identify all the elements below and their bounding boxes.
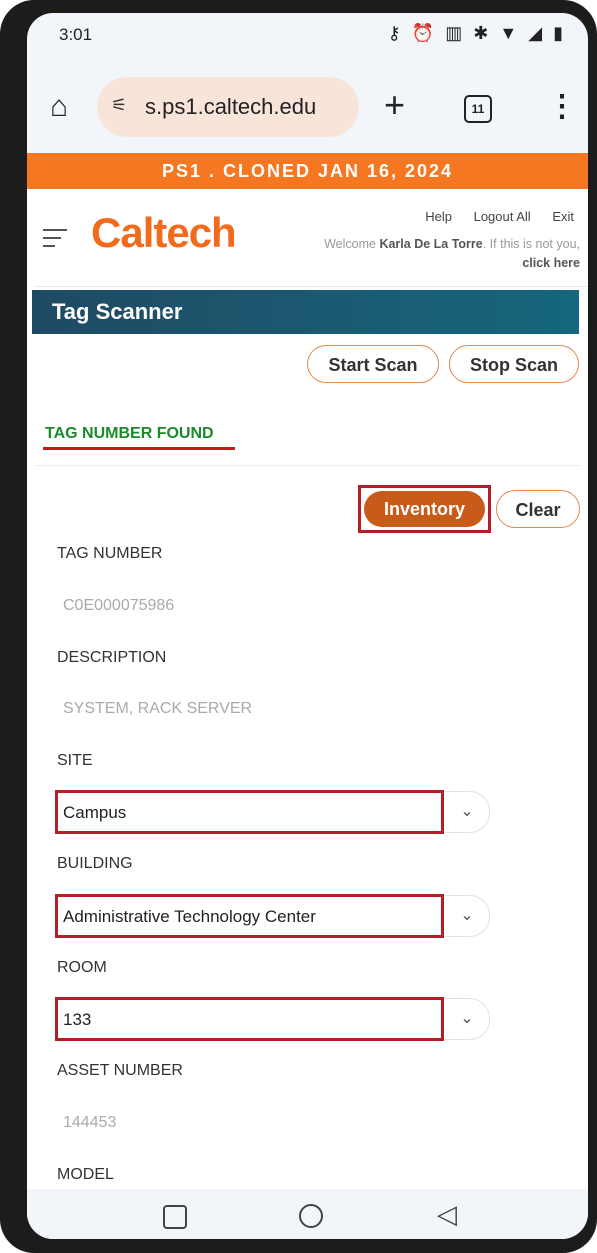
welcome-suffix: . If this is not you, [482, 237, 580, 251]
room-label: ROOM [57, 959, 107, 976]
tab-switcher-button[interactable]: 11 [464, 95, 492, 123]
status-underline [43, 447, 235, 450]
model-label: MODEL [57, 1166, 114, 1183]
chevron-down-icon[interactable]: ⌄ [445, 998, 490, 1040]
web-page: Caltech Help Logout All Exit Welcome Kar… [27, 189, 588, 1189]
bluetooth-icon: ✱ [473, 23, 492, 43]
system-nav-bar: ◁ [27, 1191, 588, 1239]
status-message: TAG NUMBER FOUND [45, 425, 214, 442]
url-text[interactable]: s.ps1.caltech.edu [145, 94, 316, 120]
hamburger-menu-icon[interactable] [43, 229, 67, 253]
plus-icon[interactable]: + [384, 87, 405, 123]
status-time: 3:01 [59, 25, 93, 44]
site-label: SITE [57, 752, 93, 769]
section-divider [35, 465, 580, 466]
more-vert-icon[interactable]: ⋮ [547, 89, 577, 125]
key-icon: ⚷ [387, 23, 404, 43]
asset-number-label: ASSET NUMBER [57, 1062, 183, 1079]
welcome-text: Welcome Karla De La Torre. If this is no… [310, 235, 580, 273]
logout-all-link[interactable]: Logout All [474, 209, 531, 224]
wifi-icon: ▼ [499, 23, 521, 43]
chevron-down-icon[interactable]: ⌄ [445, 895, 490, 937]
header-links: Help Logout All Exit [407, 209, 574, 224]
click-here-link[interactable]: click here [522, 256, 580, 270]
asset-number-value: 144453 [63, 1114, 117, 1131]
browser-toolbar: ⌂ ⚟ s.ps1.caltech.edu + 11 ⋮ [27, 71, 588, 143]
room-select-value[interactable]: 133 [63, 1010, 91, 1030]
panel-title: Tag Scanner [32, 290, 579, 334]
status-bar: 3:01 ⚷ ⏰ ▥ ✱ ▼ ◢ ▮ [27, 13, 588, 59]
header-divider [35, 286, 588, 287]
caltech-logo[interactable]: Caltech [91, 209, 237, 257]
tune-icon[interactable]: ⚟ [111, 95, 127, 116]
home-icon[interactable]: ⌂ [43, 91, 75, 123]
building-select-value[interactable]: Administrative Technology Center [63, 907, 316, 927]
tag-number-label: TAG NUMBER [57, 545, 163, 562]
room-select[interactable] [55, 997, 444, 1041]
status-icons: ⚷ ⏰ ▥ ✱ ▼ ◢ ▮ [388, 23, 566, 44]
address-bar[interactable]: ⚟ s.ps1.caltech.edu [97, 77, 359, 137]
welcome-prefix: Welcome [324, 237, 380, 251]
screen: 3:01 ⚷ ⏰ ▥ ✱ ▼ ◢ ▮ ⌂ ⚟ s.ps1.caltech.edu… [27, 13, 588, 1239]
battery-icon: ▮ [553, 23, 566, 43]
vibrate-icon: ▥ [445, 23, 466, 43]
help-link[interactable]: Help [425, 209, 452, 224]
chevron-down-icon[interactable]: ⌄ [445, 791, 490, 833]
tag-number-value: C0E000075986 [63, 597, 175, 614]
stop-scan-button[interactable]: Stop Scan [449, 345, 579, 383]
phone-frame: 3:01 ⚷ ⏰ ▥ ✱ ▼ ◢ ▮ ⌂ ⚟ s.ps1.caltech.edu… [0, 0, 597, 1253]
exit-link[interactable]: Exit [552, 209, 574, 224]
clear-button[interactable]: Clear [496, 490, 580, 528]
environment-banner: PS1 . CLONED JAN 16, 2024 [27, 153, 588, 189]
recents-icon[interactable] [163, 1205, 187, 1229]
user-name: Karla De La Torre [379, 237, 483, 251]
back-icon[interactable]: ◁ [437, 1199, 457, 1230]
inventory-button[interactable]: Inventory [364, 491, 485, 527]
building-label: BUILDING [57, 855, 133, 872]
alarm-icon: ⏰ [411, 23, 438, 43]
start-scan-button[interactable]: Start Scan [307, 345, 439, 383]
home-circle-icon[interactable] [299, 1204, 323, 1228]
description-label: DESCRIPTION [57, 649, 167, 666]
site-select-value[interactable]: Campus [63, 803, 126, 823]
signal-icon: ◢ [528, 23, 546, 43]
description-value: SYSTEM, RACK SERVER [63, 700, 253, 717]
